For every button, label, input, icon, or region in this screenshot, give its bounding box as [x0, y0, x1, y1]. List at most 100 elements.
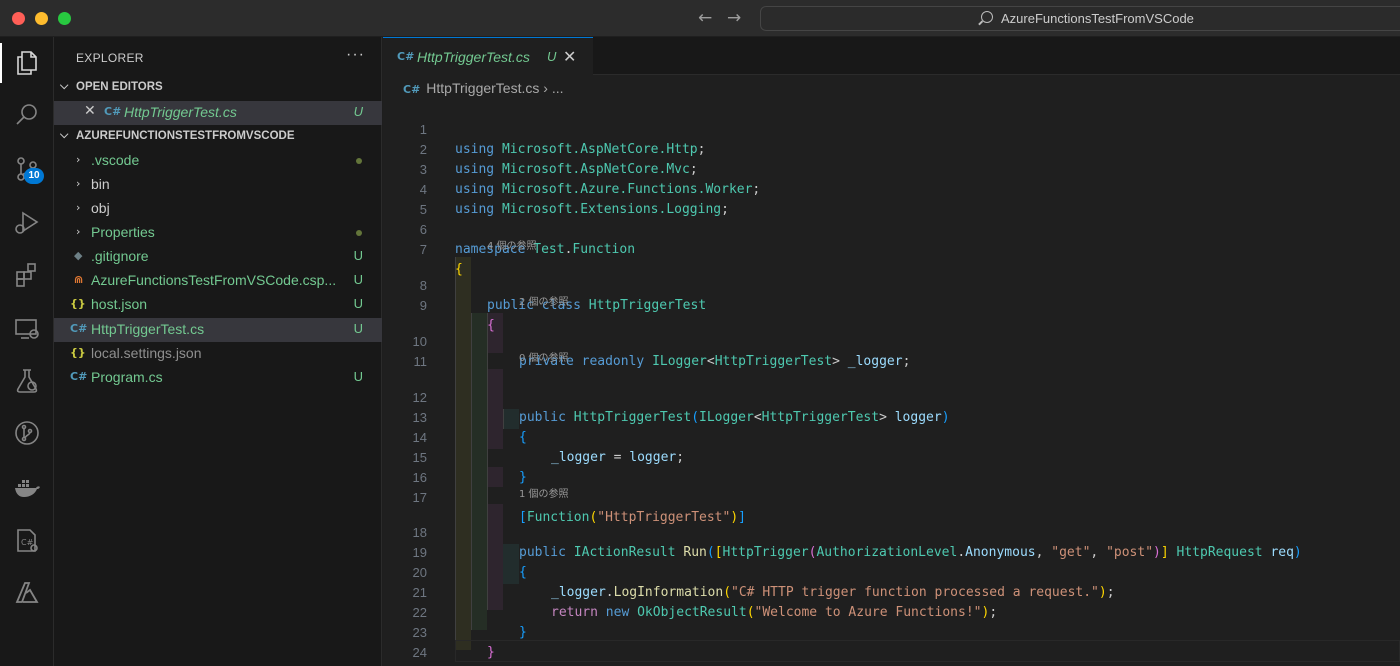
- tree-file-csproj[interactable]: ⋒ AzureFunctionsTestFromVSCode.csp... U: [54, 269, 382, 293]
- code-line: 13 {: [383, 388, 1400, 445]
- rss-file-icon: ⋒: [74, 273, 84, 286]
- close-window-button[interactable]: [12, 12, 25, 25]
- explorer-icon[interactable]: [0, 39, 54, 87]
- codelens-references[interactable]: 2 個の参照: [519, 296, 569, 310]
- extensions-icon[interactable]: [0, 251, 54, 299]
- code-line: 1 using Microsoft.AspNetCore.Http;: [383, 100, 1400, 157]
- code-token: ILogger: [652, 354, 707, 369]
- code-line: 8 public class HttpTriggerTest: [383, 256, 1400, 313]
- docker-icon[interactable]: [0, 463, 54, 511]
- code-line: 11: [383, 332, 1400, 369]
- tree-file-gitignore[interactable]: ◆ .gitignore U: [54, 245, 382, 269]
- json-file-icon: {}: [70, 297, 86, 310]
- git-status-badge: U: [353, 104, 363, 119]
- code-token: Function: [572, 242, 636, 257]
- codelens-references[interactable]: 0 個の参照: [519, 352, 569, 366]
- tree-folder-obj[interactable]: › obj: [54, 197, 382, 221]
- activity-bar: 10 C#: [0, 37, 54, 666]
- more-actions-button[interactable]: ···: [346, 46, 365, 64]
- code-token: ;: [902, 354, 911, 369]
- code-line: 17 [Function("HttpTriggerTest")]: [383, 468, 1400, 525]
- git-status-badge: U: [353, 369, 363, 384]
- code-line: 24 }: [383, 623, 1400, 666]
- modified-dot: [356, 230, 362, 236]
- git-file-icon: ◆: [74, 249, 83, 262]
- code-line: 2 using Microsoft.AspNetCore.Mvc;: [383, 120, 1400, 177]
- chevron-right-icon: ›: [76, 201, 81, 214]
- explorer-sidebar: EXPLORER ··· ⌵ OPEN EDITORS ✕ C# HttpTri…: [54, 37, 382, 666]
- codelens-references[interactable]: 4 個の参照: [487, 240, 537, 254]
- tree-file-host-json[interactable]: {} host.json U: [54, 293, 382, 317]
- run-debug-icon[interactable]: [0, 199, 54, 247]
- code-line: 23 }: [383, 603, 1400, 660]
- code-line: 12 public HttpTriggerTest(ILogger<HttpTr…: [383, 368, 1400, 425]
- tree-file-httptriggertest[interactable]: C# HttpTriggerTest.cs U: [54, 318, 382, 342]
- modified-dot: [356, 158, 362, 164]
- code-line: 25: [383, 642, 1400, 666]
- azure-icon[interactable]: [0, 569, 54, 617]
- source-control-badge: 10: [24, 168, 44, 184]
- code-token: HttpTriggerTest: [588, 298, 707, 313]
- explorer-title: EXPLORER: [76, 51, 144, 65]
- git-status-badge: U: [353, 321, 363, 336]
- code-token: Test: [533, 242, 565, 257]
- chevron-right-icon: ›: [76, 177, 81, 190]
- code-line: 15 }: [383, 428, 1400, 485]
- code-line: 21 return new OkObjectResult("Welcome to…: [383, 563, 1400, 620]
- code-line: 19 {: [383, 523, 1400, 580]
- back-arrow-icon[interactable]: ←: [698, 8, 712, 28]
- code-line: 7 {: [383, 220, 1400, 277]
- git-status-badge: U: [353, 296, 363, 311]
- code-token: HttpTriggerTest: [714, 354, 833, 369]
- code-line: 14 _logger = logger;: [383, 408, 1400, 465]
- command-center-search[interactable]: AzureFunctionsTestFromVSCode: [760, 6, 1400, 31]
- chevron-down-icon: ⌵: [60, 79, 69, 92]
- command-center-text: AzureFunctionsTestFromVSCode: [1001, 11, 1194, 26]
- testing-icon[interactable]: [0, 357, 54, 405]
- project-header[interactable]: ⌵ AZUREFUNCTIONSTESTFROMVSCODE: [54, 126, 382, 148]
- csharp-file-icon: C#: [70, 370, 88, 383]
- open-editors-header[interactable]: ⌵ OPEN EDITORS: [54, 77, 382, 99]
- code-token: readonly: [581, 354, 645, 369]
- code-line: 4 using Microsoft.Extensions.Logging;: [383, 160, 1400, 217]
- remote-explorer-icon[interactable]: [0, 305, 54, 353]
- code-line: 5: [383, 180, 1400, 217]
- code-line: 22 }: [383, 583, 1400, 640]
- code-line: 3 using Microsoft.Azure.Functions.Worker…: [383, 140, 1400, 197]
- csharp-dev-kit-icon[interactable]: C#: [0, 517, 54, 565]
- forward-arrow-icon[interactable]: →: [727, 8, 741, 28]
- code-line: 6 namespace Test.Function: [383, 200, 1400, 257]
- chevron-right-icon: ›: [76, 225, 81, 238]
- chevron-right-icon: ›: [76, 153, 81, 166]
- code-token: _logger: [847, 354, 903, 369]
- editor-area: C# HttpTriggerTest.cs U ✕ C# HttpTriggerT…: [383, 37, 1400, 666]
- chevron-down-icon: ⌵: [60, 128, 69, 141]
- git-status-badge: U: [353, 248, 363, 263]
- tree-folder-bin[interactable]: › bin: [54, 173, 382, 197]
- git-status-badge: U: [353, 272, 363, 287]
- title-bar: ← → AzureFunctionsTestFromVSCode: [0, 0, 1400, 37]
- search-icon: [981, 11, 993, 23]
- maximize-window-button[interactable]: [58, 12, 71, 25]
- tree-file-local-settings[interactable]: {} local.settings.json: [54, 342, 382, 366]
- json-file-icon: {}: [70, 346, 86, 359]
- close-icon[interactable]: ✕: [84, 103, 96, 119]
- open-editor-name: HttpTriggerTest.cs: [124, 104, 237, 120]
- code-line: 16: [383, 448, 1400, 485]
- tree-file-program[interactable]: C# Program.cs U: [54, 366, 382, 390]
- codelens-references[interactable]: 1 個の参照: [519, 488, 569, 502]
- search-icon[interactable]: [0, 91, 54, 139]
- code-line: 10 private readonly ILogger<HttpTriggerT…: [383, 312, 1400, 369]
- code-line: 18 public IActionResult Run([HttpTrigger…: [383, 503, 1400, 560]
- tree-folder-properties[interactable]: › Properties: [54, 221, 382, 245]
- code-line: 20 _logger.LogInformation("C# HTTP trigg…: [383, 543, 1400, 600]
- csharp-file-icon: C#: [70, 322, 88, 335]
- code-line: 9 {: [383, 276, 1400, 333]
- code-editor[interactable]: 1 using Microsoft.AspNetCore.Http; 2 usi…: [383, 37, 1400, 666]
- tree-folder-vscode[interactable]: › .vscode: [54, 149, 382, 173]
- source-control-icon[interactable]: 10: [0, 145, 54, 193]
- open-editor-item[interactable]: ✕ C# HttpTriggerTest.cs U: [54, 101, 382, 125]
- minimize-window-button[interactable]: [35, 12, 48, 25]
- git-graph-icon[interactable]: [0, 409, 54, 457]
- line-number: 25: [383, 662, 427, 666]
